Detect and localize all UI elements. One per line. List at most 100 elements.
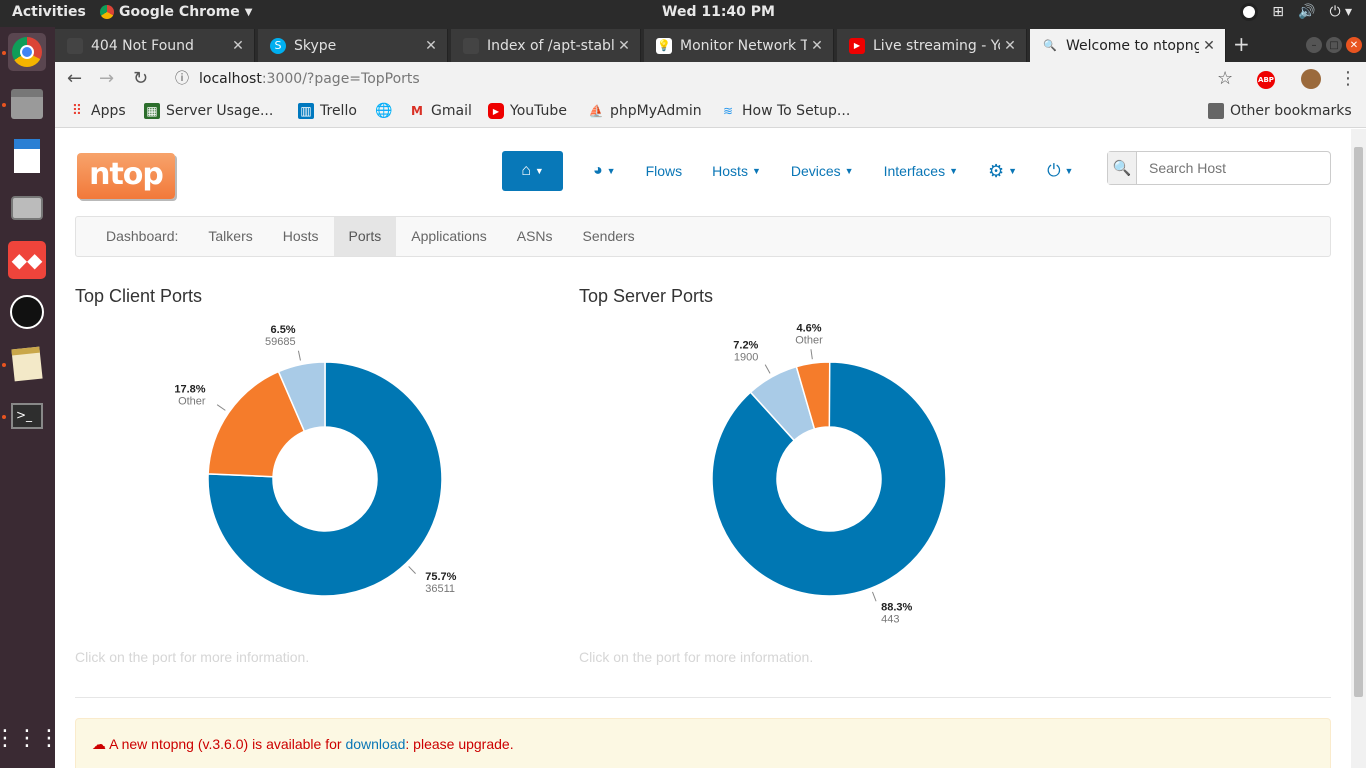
- minimize-button[interactable]: –: [1306, 37, 1322, 53]
- bookmark-apps[interactable]: ⠿ Apps: [69, 103, 126, 119]
- running-indicator: [2, 363, 6, 367]
- reload-icon[interactable]: ↻: [133, 68, 148, 89]
- youtube-icon: ▶: [488, 103, 504, 119]
- blank-page-icon: [463, 37, 479, 54]
- scrollbar-thumb[interactable]: [1354, 147, 1363, 697]
- volume-icon[interactable]: 🔊: [1298, 4, 1315, 20]
- close-icon[interactable]: ✕: [228, 38, 248, 54]
- tab-skype[interactable]: S Skype ✕: [258, 29, 448, 62]
- subnav-senders[interactable]: Senders: [568, 217, 650, 256]
- tab-title: 404 Not Found: [91, 37, 194, 54]
- subnav-applications[interactable]: Applications: [396, 217, 502, 256]
- tab-title: Monitor Network T: [680, 37, 807, 54]
- bookmark-server-usage[interactable]: ▦ Server Usage...: [144, 103, 273, 119]
- files-dock-icon[interactable]: [8, 85, 46, 123]
- download-link[interactable]: download: [345, 736, 405, 752]
- close-window-button[interactable]: ✕: [1346, 37, 1362, 53]
- subnav-ports[interactable]: Ports: [333, 217, 397, 256]
- ntop-logo[interactable]: ntop: [77, 153, 175, 199]
- system-tray[interactable]: ⊞ 🔊 ⏻ ▾: [1240, 3, 1352, 21]
- search-host: 🔍: [1107, 151, 1331, 185]
- tab-live-streaming[interactable]: ▶ Live streaming - Yo ✕: [837, 29, 1027, 62]
- camera-dock-icon[interactable]: [8, 189, 46, 227]
- slice-port-label: Other: [795, 334, 823, 346]
- close-icon[interactable]: ✕: [614, 38, 634, 54]
- close-icon[interactable]: ✕: [421, 38, 441, 54]
- skype-icon: S: [270, 37, 286, 54]
- search-input[interactable]: [1137, 152, 1330, 184]
- close-icon[interactable]: ✕: [1199, 38, 1219, 54]
- power-menu[interactable]: ⏻ ▼: [1047, 161, 1073, 181]
- flows-link[interactable]: Flows: [646, 163, 683, 179]
- bookmark-globe[interactable]: 🌐: [375, 103, 392, 119]
- tab-404-not-found[interactable]: 404 Not Found ✕: [55, 29, 255, 62]
- hosts-menu[interactable]: Hosts ▼: [712, 163, 761, 179]
- folder-icon: [1208, 103, 1224, 119]
- clock[interactable]: Wed 11:40 PM: [662, 4, 775, 20]
- subnav-hosts[interactable]: Hosts: [268, 217, 334, 256]
- show-apps-icon[interactable]: ⋮⋮⋮: [0, 719, 60, 757]
- close-icon[interactable]: ✕: [1000, 38, 1020, 54]
- subnav-asns[interactable]: ASNs: [502, 217, 568, 256]
- dashboard-menu[interactable]: ◕ ▼: [593, 162, 616, 180]
- obs-dock-icon[interactable]: [8, 293, 46, 331]
- server-icon: ▦: [144, 103, 160, 119]
- maximize-button[interactable]: □: [1326, 37, 1342, 53]
- main-nav: ⌂ ▼ ◕ ▼ Flows Hosts ▼ Devices ▼ Interfaces ▼ …: [502, 151, 1073, 191]
- app-menu[interactable]: Google Chrome ▼: [100, 4, 252, 20]
- tab-title: Skype: [294, 37, 337, 54]
- settings-menu[interactable]: ⚙ ▼: [988, 161, 1017, 182]
- caret-icon: ▼: [949, 166, 958, 176]
- back-icon[interactable]: ←: [67, 68, 82, 89]
- server-ports-chart: 88.3% 443 7.2% 1900 4.6% Other: [619, 319, 1039, 639]
- chevron-down-icon: ▼: [244, 6, 253, 18]
- bookmark-star-icon[interactable]: ☆: [1217, 68, 1233, 89]
- page-content: ntop ⌂ ▼ ◕ ▼ Flows Hosts ▼ Devices ▼ Interfa…: [55, 129, 1351, 768]
- interfaces-menu[interactable]: Interfaces ▼: [884, 163, 958, 179]
- tab-monitor-network[interactable]: 💡 Monitor Network T ✕: [644, 29, 834, 62]
- bookmark-youtube[interactable]: ▶ YouTube: [488, 103, 567, 119]
- gear-icon: ⚙: [988, 160, 1005, 181]
- caret-icon: ▼: [751, 166, 761, 176]
- network-icon[interactable]: ⊞: [1272, 4, 1284, 20]
- address-bar[interactable]: ⓘ localhost:3000/?page=TopPorts: [165, 65, 1245, 93]
- chrome-dock-icon[interactable]: [8, 33, 46, 71]
- document-viewer-dock-icon[interactable]: [8, 137, 46, 175]
- upgrade-alert: ☁ A new ntopng (v.3.6.0) is available fo…: [75, 718, 1331, 768]
- obs-tray-icon[interactable]: [1240, 3, 1259, 21]
- adblock-icon[interactable]: ABP: [1257, 71, 1275, 89]
- tab-welcome-to-ntopng[interactable]: 🔍 Welcome to ntopng ✕: [1030, 29, 1226, 62]
- home-menu-button[interactable]: ⌂ ▼: [502, 151, 563, 191]
- alert-prefix: A new ntopng (v.3.6.0) is available for: [109, 736, 346, 752]
- bookmark-how-to-setup[interactable]: ≋ How To Setup...: [720, 103, 850, 119]
- slice-percent-label: 7.2%: [733, 339, 758, 351]
- caret-icon: ▼: [606, 166, 616, 176]
- bookmark-gmail[interactable]: M Gmail: [409, 103, 472, 119]
- forward-icon[interactable]: →: [99, 68, 114, 89]
- bookmark-label: YouTube: [510, 103, 567, 119]
- page-scrollbar[interactable]: [1351, 129, 1366, 768]
- tab-index-apt-stable[interactable]: Index of /apt-stable ✕: [451, 29, 641, 62]
- running-indicator: [2, 103, 6, 107]
- devices-menu[interactable]: Devices ▼: [791, 163, 854, 179]
- power-icon[interactable]: ⏻ ▾: [1329, 4, 1352, 20]
- activities-button[interactable]: Activities: [12, 4, 86, 20]
- client-ports-title: Top Client Ports: [75, 286, 203, 306]
- bookmark-other[interactable]: Other bookmarks: [1208, 103, 1352, 119]
- subnav-talkers[interactable]: Talkers: [193, 217, 267, 256]
- gmail-icon: M: [411, 104, 423, 118]
- terminal-dock-icon[interactable]: >_: [8, 397, 46, 435]
- divider: [75, 697, 1331, 698]
- text-editor-dock-icon[interactable]: [8, 345, 46, 383]
- bookmark-phpmyadmin[interactable]: ⛵ phpMyAdmin: [588, 103, 702, 119]
- chrome-icon: [100, 5, 114, 19]
- anydesk-dock-icon[interactable]: ◆◆: [8, 241, 46, 279]
- info-icon[interactable]: ⓘ: [175, 65, 189, 93]
- close-icon[interactable]: ✕: [807, 38, 827, 54]
- new-tab-button[interactable]: +: [1233, 32, 1250, 56]
- search-button[interactable]: 🔍: [1108, 152, 1137, 184]
- bookmark-trello[interactable]: ▥ Trello: [298, 103, 357, 119]
- menu-icon[interactable]: ⋮: [1339, 68, 1357, 89]
- bookmark-label: How To Setup...: [742, 103, 851, 119]
- avatar[interactable]: [1301, 69, 1321, 89]
